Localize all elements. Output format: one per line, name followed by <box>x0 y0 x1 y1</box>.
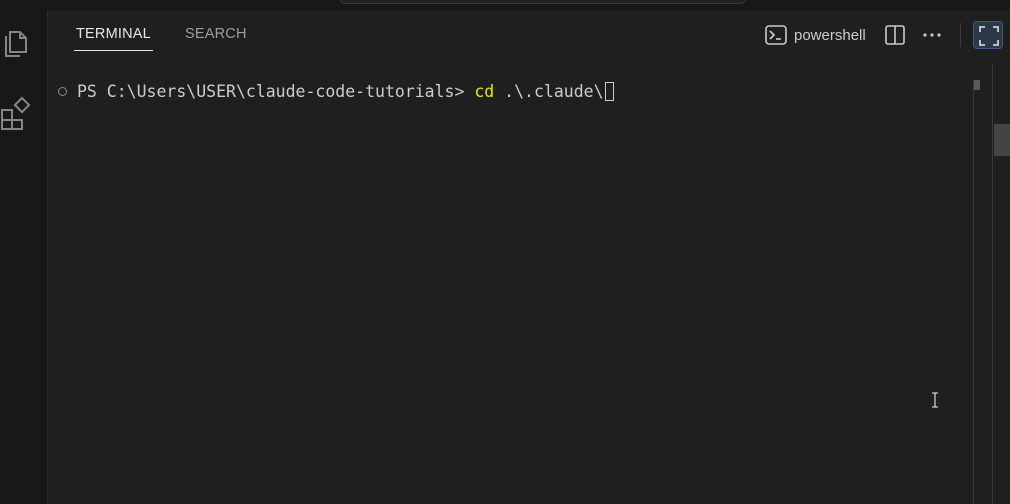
command-decoration-icon <box>58 87 67 96</box>
terminal-icon <box>765 25 787 45</box>
more-actions-icon[interactable] <box>922 24 942 51</box>
command-text: cd <box>474 82 495 101</box>
shell-label: powershell <box>794 26 866 44</box>
terminal-panel: TERMINAL SEARCH powershell PS C:\Users\U… <box>48 10 1010 504</box>
command-center[interactable] <box>340 0 746 4</box>
files-icon[interactable] <box>0 26 34 60</box>
activity-bar <box>0 10 48 504</box>
shell-selector[interactable]: powershell <box>765 25 866 45</box>
terminal-line: PS C:\Users\USER\claude-code-tutorials> … <box>77 82 614 101</box>
terminal-output[interactable]: PS C:\Users\USER\claude-code-tutorials> … <box>48 82 968 158</box>
text-cursor <box>604 82 614 101</box>
overview-ruler <box>973 80 974 504</box>
maximize-panel-icon <box>979 26 999 46</box>
title-bar <box>0 0 1010 10</box>
scrollbar-thumb[interactable] <box>994 124 1010 156</box>
prompt-text: PS C:\Users\USER\claude-code-tutorials> <box>77 82 475 101</box>
maximize-panel-button[interactable] <box>973 21 1003 49</box>
overview-ruler-marker <box>974 80 980 90</box>
tab-search[interactable]: SEARCH <box>185 26 247 42</box>
ibeam-cursor-icon <box>932 392 938 408</box>
tab-terminal[interactable]: TERMINAL <box>74 26 153 51</box>
toolbar-separator <box>960 23 961 47</box>
command-argument: .\.claude\ <box>494 82 604 101</box>
extensions-icon[interactable] <box>0 96 34 130</box>
split-terminal-icon[interactable] <box>884 24 906 51</box>
